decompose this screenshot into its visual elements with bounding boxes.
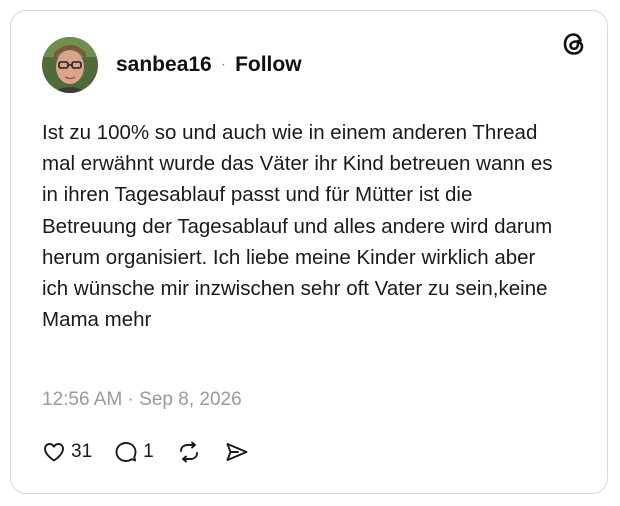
avatar[interactable]	[42, 37, 98, 93]
username[interactable]: sanbea16	[116, 53, 212, 77]
post-header: sanbea16 · Follow	[42, 37, 302, 93]
heart-icon	[42, 440, 66, 464]
follow-button[interactable]: Follow	[235, 53, 302, 77]
action-bar: 31 1	[42, 437, 272, 467]
like-count: 31	[71, 441, 93, 462]
like-button[interactable]: 31	[42, 440, 92, 464]
reply-count: 1	[143, 441, 154, 462]
reply-button[interactable]: 1	[114, 440, 154, 464]
threads-logo-icon[interactable]	[559, 29, 589, 59]
share-button[interactable]	[224, 440, 250, 464]
comment-icon	[114, 440, 138, 464]
repost-button[interactable]	[176, 440, 202, 464]
header-separator: ·	[220, 56, 227, 73]
repost-icon	[176, 440, 202, 464]
post-card: sanbea16 · Follow Ist zu 100% so und auc…	[10, 10, 608, 494]
share-icon	[224, 440, 250, 464]
post-timestamp[interactable]: 12:56 AM · Sep 8, 2026	[42, 389, 242, 411]
avatar-image	[42, 37, 98, 93]
post-text: Ist zu 100% so und auch wie in einem and…	[42, 121, 553, 332]
